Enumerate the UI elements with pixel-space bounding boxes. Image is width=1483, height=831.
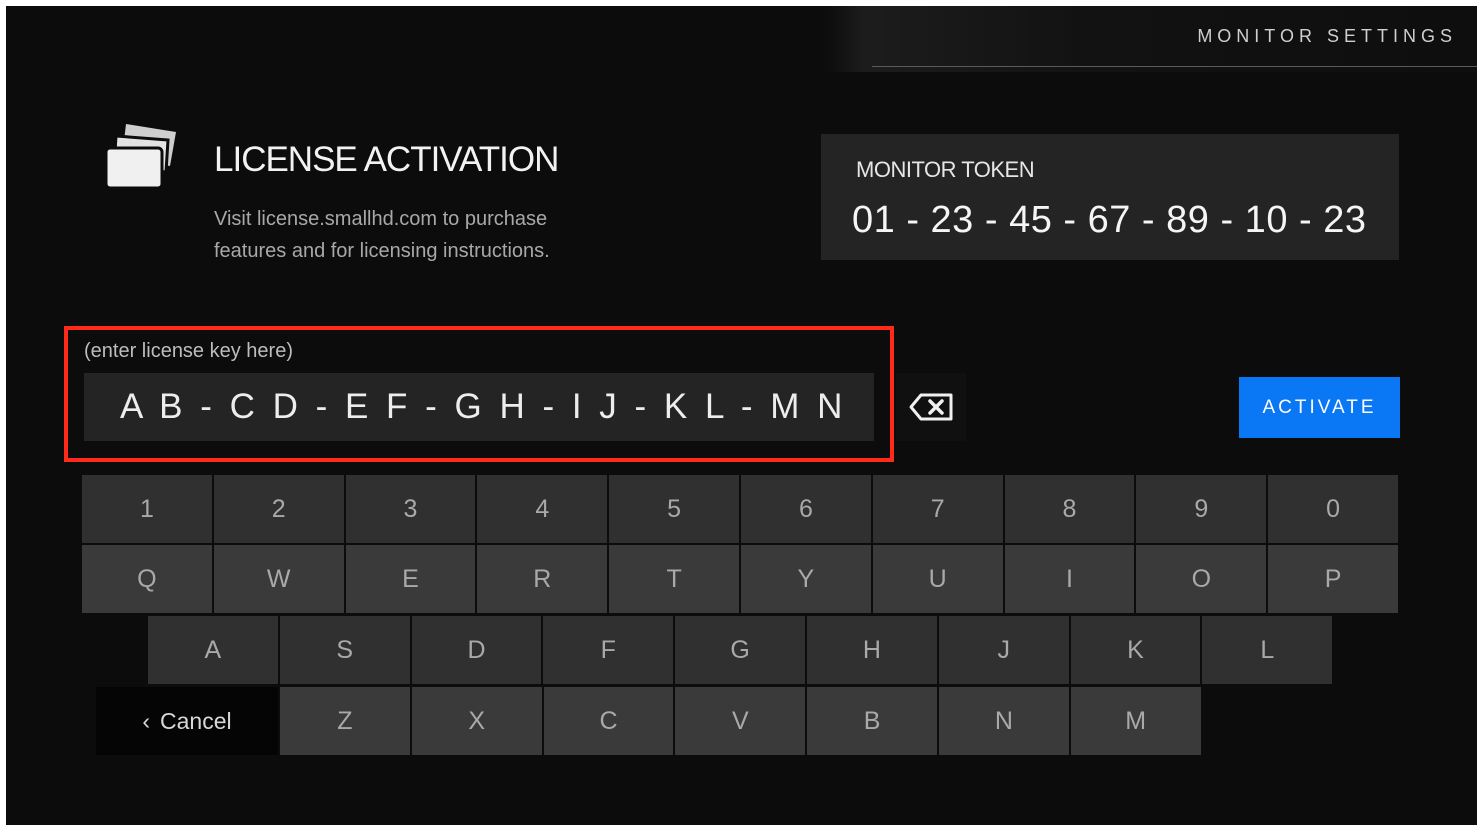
key-y[interactable]: Y bbox=[741, 545, 871, 613]
key-6[interactable]: 6 bbox=[741, 475, 871, 543]
key-0[interactable]: 0 bbox=[1268, 475, 1398, 543]
key-t[interactable]: T bbox=[609, 545, 739, 613]
key-g[interactable]: G bbox=[675, 616, 805, 684]
license-key-input[interactable]: A B - C D - E F - G H - I J - K L - M N bbox=[84, 373, 874, 441]
license-cards-icon bbox=[104, 122, 180, 199]
header-title: MONITOR SETTINGS bbox=[1197, 26, 1457, 46]
key-u[interactable]: U bbox=[872, 545, 1003, 613]
key-c[interactable]: C bbox=[543, 687, 674, 755]
key-v[interactable]: V bbox=[675, 687, 806, 755]
key-9[interactable]: 9 bbox=[1136, 475, 1267, 543]
key-d[interactable]: D bbox=[411, 616, 542, 684]
cancel-label: Cancel bbox=[160, 707, 232, 734]
key-p[interactable]: P bbox=[1268, 545, 1398, 613]
key-e[interactable]: E bbox=[345, 545, 476, 613]
subtitle-line-1: Visit license.smallhd.com to purchase bbox=[214, 208, 548, 230]
subtitle-line-2: features and for licensing instructions. bbox=[214, 240, 550, 262]
key-k[interactable]: K bbox=[1070, 616, 1201, 684]
key-x[interactable]: X bbox=[411, 687, 542, 755]
chevron-left-icon: ‹ bbox=[142, 707, 151, 734]
key-1[interactable]: 1 bbox=[82, 475, 212, 543]
key-n[interactable]: N bbox=[939, 687, 1069, 755]
key-i[interactable]: I bbox=[1004, 545, 1135, 613]
activate-button[interactable]: ACTIVATE bbox=[1239, 377, 1400, 438]
key-f[interactable]: F bbox=[543, 616, 674, 684]
screen: MONITOR SETTINGS LICENSE ACTIVATION Visi… bbox=[6, 6, 1477, 825]
key-7[interactable]: 7 bbox=[872, 475, 1003, 543]
key-5[interactable]: 5 bbox=[609, 475, 739, 543]
monitor-token-value: 01 - 23 - 45 - 67 - 89 - 10 - 23 bbox=[852, 199, 1367, 241]
key-3[interactable]: 3 bbox=[345, 475, 476, 543]
key-a[interactable]: A bbox=[148, 616, 278, 684]
key-q[interactable]: Q bbox=[82, 545, 212, 613]
page-subtitle: Visit license.smallhd.com to purchase fe… bbox=[214, 203, 634, 267]
key-4[interactable]: 4 bbox=[477, 475, 608, 543]
key-w[interactable]: W bbox=[213, 545, 344, 613]
backspace-icon bbox=[909, 393, 953, 421]
key-h[interactable]: H bbox=[807, 616, 937, 684]
key-s[interactable]: S bbox=[279, 616, 410, 684]
key-r[interactable]: R bbox=[477, 545, 608, 613]
key-z[interactable]: Z bbox=[280, 687, 410, 755]
key-b[interactable]: B bbox=[807, 687, 937, 755]
key-l[interactable]: L bbox=[1202, 616, 1333, 684]
key-2[interactable]: 2 bbox=[213, 475, 344, 543]
page-title: LICENSE ACTIVATION bbox=[214, 140, 559, 179]
key-j[interactable]: J bbox=[938, 616, 1069, 684]
header-divider bbox=[872, 66, 1477, 67]
backspace-button[interactable] bbox=[896, 373, 966, 441]
cancel-button[interactable]: ‹ Cancel bbox=[96, 687, 278, 755]
monitor-token-panel: MONITOR TOKEN 01 - 23 - 45 - 67 - 89 - 1… bbox=[821, 134, 1399, 260]
license-key-placeholder: (enter license key here) bbox=[84, 340, 293, 362]
key-8[interactable]: 8 bbox=[1004, 475, 1135, 543]
key-o[interactable]: O bbox=[1136, 545, 1267, 613]
monitor-token-label: MONITOR TOKEN bbox=[856, 157, 1035, 182]
key-m[interactable]: M bbox=[1070, 687, 1201, 755]
